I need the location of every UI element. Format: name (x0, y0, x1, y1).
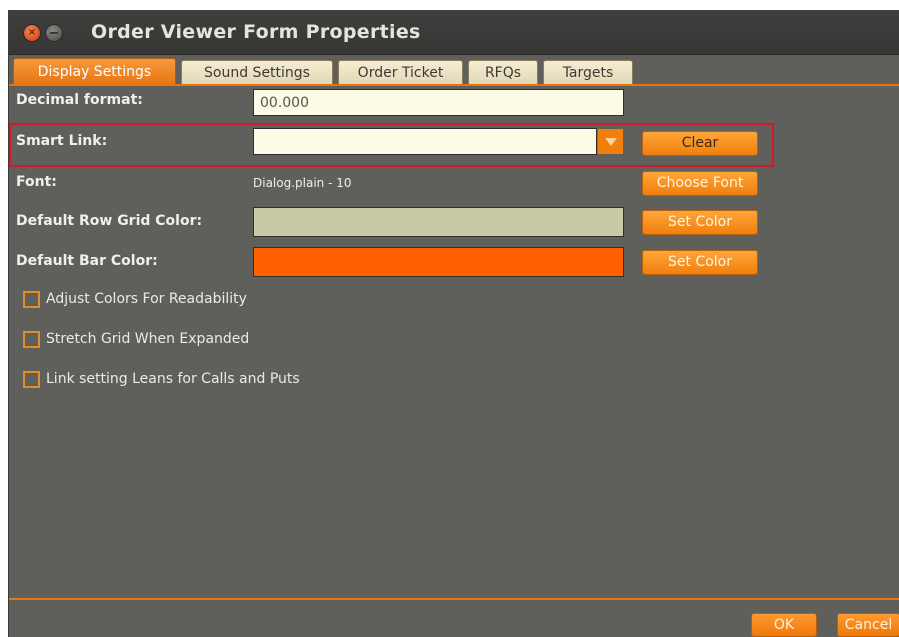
decimal-format-label: Decimal format: (16, 92, 143, 108)
row-grid-color-swatch (253, 207, 624, 237)
font-label: Font: (16, 174, 57, 190)
clear-button[interactable]: Clear (642, 131, 758, 156)
adjust-colors-checkbox[interactable] (23, 291, 40, 308)
tab-sound-settings[interactable]: Sound Settings (181, 60, 333, 84)
tab-order-ticket[interactable]: Order Ticket (338, 60, 463, 84)
stretch-grid-checkbox[interactable] (23, 331, 40, 348)
bar-color-swatch (253, 247, 624, 277)
window-title: Order Viewer Form Properties (91, 21, 421, 43)
tab-display-settings[interactable]: Display Settings (13, 58, 176, 86)
set-bar-color-button[interactable]: Set Color (642, 250, 758, 275)
tab-underline (9, 84, 899, 86)
properties-dialog: × Order Viewer Form Properties Display S… (8, 10, 899, 637)
footer-divider (9, 598, 899, 600)
tab-rfqs[interactable]: RFQs (468, 60, 538, 84)
smart-link-dropdown-button[interactable] (597, 129, 623, 154)
set-row-grid-color-button[interactable]: Set Color (642, 210, 758, 235)
row-grid-color-label: Default Row Grid Color: (16, 213, 203, 229)
link-leans-checkbox[interactable] (23, 371, 40, 388)
adjust-colors-label: Adjust Colors For Readability (46, 291, 247, 307)
close-icon: × (27, 27, 37, 38)
font-value: Dialog.plain - 10 (253, 176, 352, 190)
bar-color-label: Default Bar Color: (16, 253, 158, 269)
tab-bar: Display Settings Sound Settings Order Ti… (9, 56, 899, 86)
title-bar[interactable]: × Order Viewer Form Properties (9, 10, 899, 55)
decimal-format-input[interactable] (253, 89, 624, 116)
chevron-down-icon (605, 138, 617, 146)
tab-targets[interactable]: Targets (543, 60, 633, 84)
ok-button[interactable]: OK (751, 613, 817, 637)
smart-link-label: Smart Link: (16, 133, 108, 149)
cancel-button[interactable]: Cancel (837, 613, 899, 637)
minimize-window-button[interactable] (46, 25, 62, 41)
smart-link-combobox[interactable] (253, 128, 597, 155)
stretch-grid-label: Stretch Grid When Expanded (46, 331, 250, 347)
minimize-icon (50, 32, 58, 34)
close-window-button[interactable]: × (24, 25, 40, 41)
choose-font-button[interactable]: Choose Font (642, 171, 758, 196)
link-leans-label: Link setting Leans for Calls and Puts (46, 371, 300, 387)
